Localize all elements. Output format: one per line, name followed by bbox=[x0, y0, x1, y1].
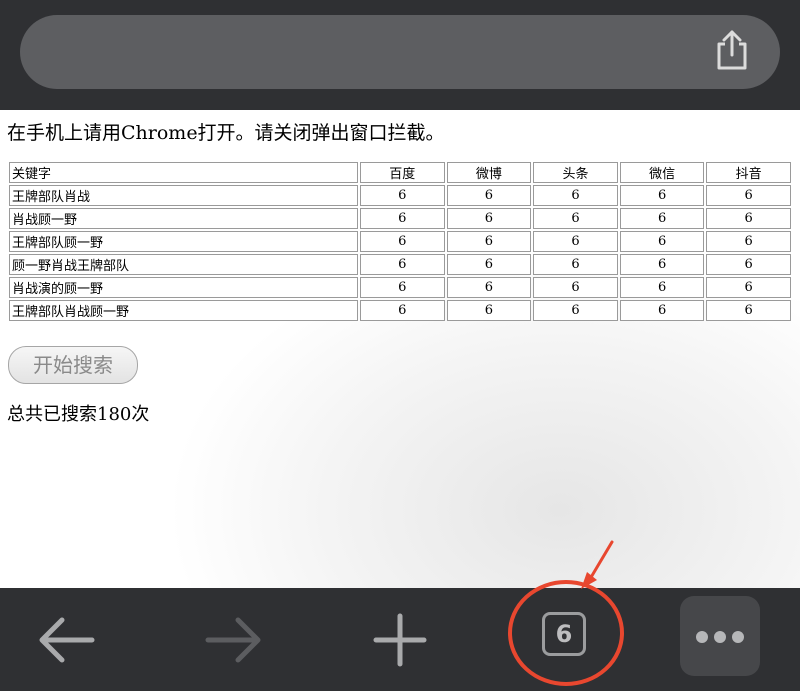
count-cell: 6 bbox=[360, 185, 445, 206]
count-cell: 6 bbox=[446, 300, 532, 321]
keyword-cell: 王牌部队肖战顾一野 bbox=[9, 300, 358, 321]
count-cell: 6 bbox=[619, 300, 705, 321]
table-row: 顾一野肖战王牌部队 6 6 6 6 6 bbox=[9, 254, 791, 275]
table-row: 王牌部队顾一野 6 6 6 6 6 bbox=[9, 231, 791, 252]
keyword-cell: 肖战演的顾一野 bbox=[9, 277, 358, 298]
count-cell: 6 bbox=[533, 254, 618, 275]
browser-top-bar bbox=[0, 0, 800, 110]
count-cell: 6 bbox=[446, 231, 532, 252]
table-row: 王牌部队肖战顾一野 6 6 6 6 6 bbox=[9, 300, 791, 321]
column-header: 百度 bbox=[360, 162, 445, 183]
table-row: 王牌部队肖战 6 6 6 6 6 bbox=[9, 185, 791, 206]
keyword-cell: 王牌部队顾一野 bbox=[9, 231, 358, 252]
back-arrow-icon[interactable] bbox=[28, 602, 104, 678]
keyword-cell: 肖战顾一野 bbox=[9, 208, 358, 229]
count-cell: 6 bbox=[619, 254, 705, 275]
share-icon[interactable] bbox=[712, 28, 752, 72]
notice-text: 在手机上请用Chrome打开。请关闭弹出窗口拦截。 bbox=[7, 122, 445, 144]
count-cell: 6 bbox=[446, 277, 532, 298]
count-cell: 6 bbox=[446, 254, 532, 275]
count-cell: 6 bbox=[446, 208, 532, 229]
forward-arrow-icon[interactable] bbox=[196, 602, 272, 678]
count-cell: 6 bbox=[706, 208, 791, 229]
table-row: 肖战顾一野 6 6 6 6 6 bbox=[9, 208, 791, 229]
column-header: 头条 bbox=[533, 162, 618, 183]
keyword-cell: 王牌部队肖战 bbox=[9, 185, 358, 206]
count-cell: 6 bbox=[360, 254, 445, 275]
column-header: 微信 bbox=[619, 162, 705, 183]
count-cell: 6 bbox=[446, 185, 532, 206]
total-search-count: 总共已搜索180次 bbox=[7, 404, 150, 425]
count-cell: 6 bbox=[360, 231, 445, 252]
count-cell: 6 bbox=[706, 277, 791, 298]
count-cell: 6 bbox=[533, 300, 618, 321]
plus-icon[interactable] bbox=[362, 602, 438, 678]
browser-bottom-toolbar: 6 bbox=[0, 588, 800, 691]
count-cell: 6 bbox=[619, 277, 705, 298]
count-cell: 6 bbox=[533, 231, 618, 252]
keyword-cell: 顾一野肖战王牌部队 bbox=[9, 254, 358, 275]
table-row: 肖战演的顾一野 6 6 6 6 6 bbox=[9, 277, 791, 298]
address-bar[interactable] bbox=[20, 15, 780, 89]
more-menu-button[interactable] bbox=[680, 596, 760, 676]
start-search-button[interactable]: 开始搜索 bbox=[8, 346, 138, 384]
count-cell: 6 bbox=[706, 231, 791, 252]
count-cell: 6 bbox=[619, 185, 705, 206]
column-header: 关键字 bbox=[9, 162, 358, 183]
count-cell: 6 bbox=[619, 208, 705, 229]
page-content: 在手机上请用Chrome打开。请关闭弹出窗口拦截。 关键字 百度 微博 头条 微… bbox=[0, 110, 800, 588]
column-header: 微博 bbox=[446, 162, 532, 183]
count-cell: 6 bbox=[533, 277, 618, 298]
table-header-row: 关键字 百度 微博 头条 微信 抖音 bbox=[9, 162, 791, 183]
results-table: 关键字 百度 微博 头条 微信 抖音 王牌部队肖战 6 6 6 6 6 肖战顾一… bbox=[7, 160, 793, 323]
count-cell: 6 bbox=[706, 254, 791, 275]
count-cell: 6 bbox=[360, 277, 445, 298]
count-cell: 6 bbox=[706, 300, 791, 321]
count-cell: 6 bbox=[533, 208, 618, 229]
count-cell: 6 bbox=[619, 231, 705, 252]
count-cell: 6 bbox=[360, 208, 445, 229]
count-cell: 6 bbox=[533, 185, 618, 206]
count-cell: 6 bbox=[706, 185, 791, 206]
count-cell: 6 bbox=[360, 300, 445, 321]
column-header: 抖音 bbox=[706, 162, 791, 183]
tab-switcher-icon[interactable]: 6 bbox=[542, 612, 586, 656]
more-dots-icon bbox=[696, 631, 744, 643]
